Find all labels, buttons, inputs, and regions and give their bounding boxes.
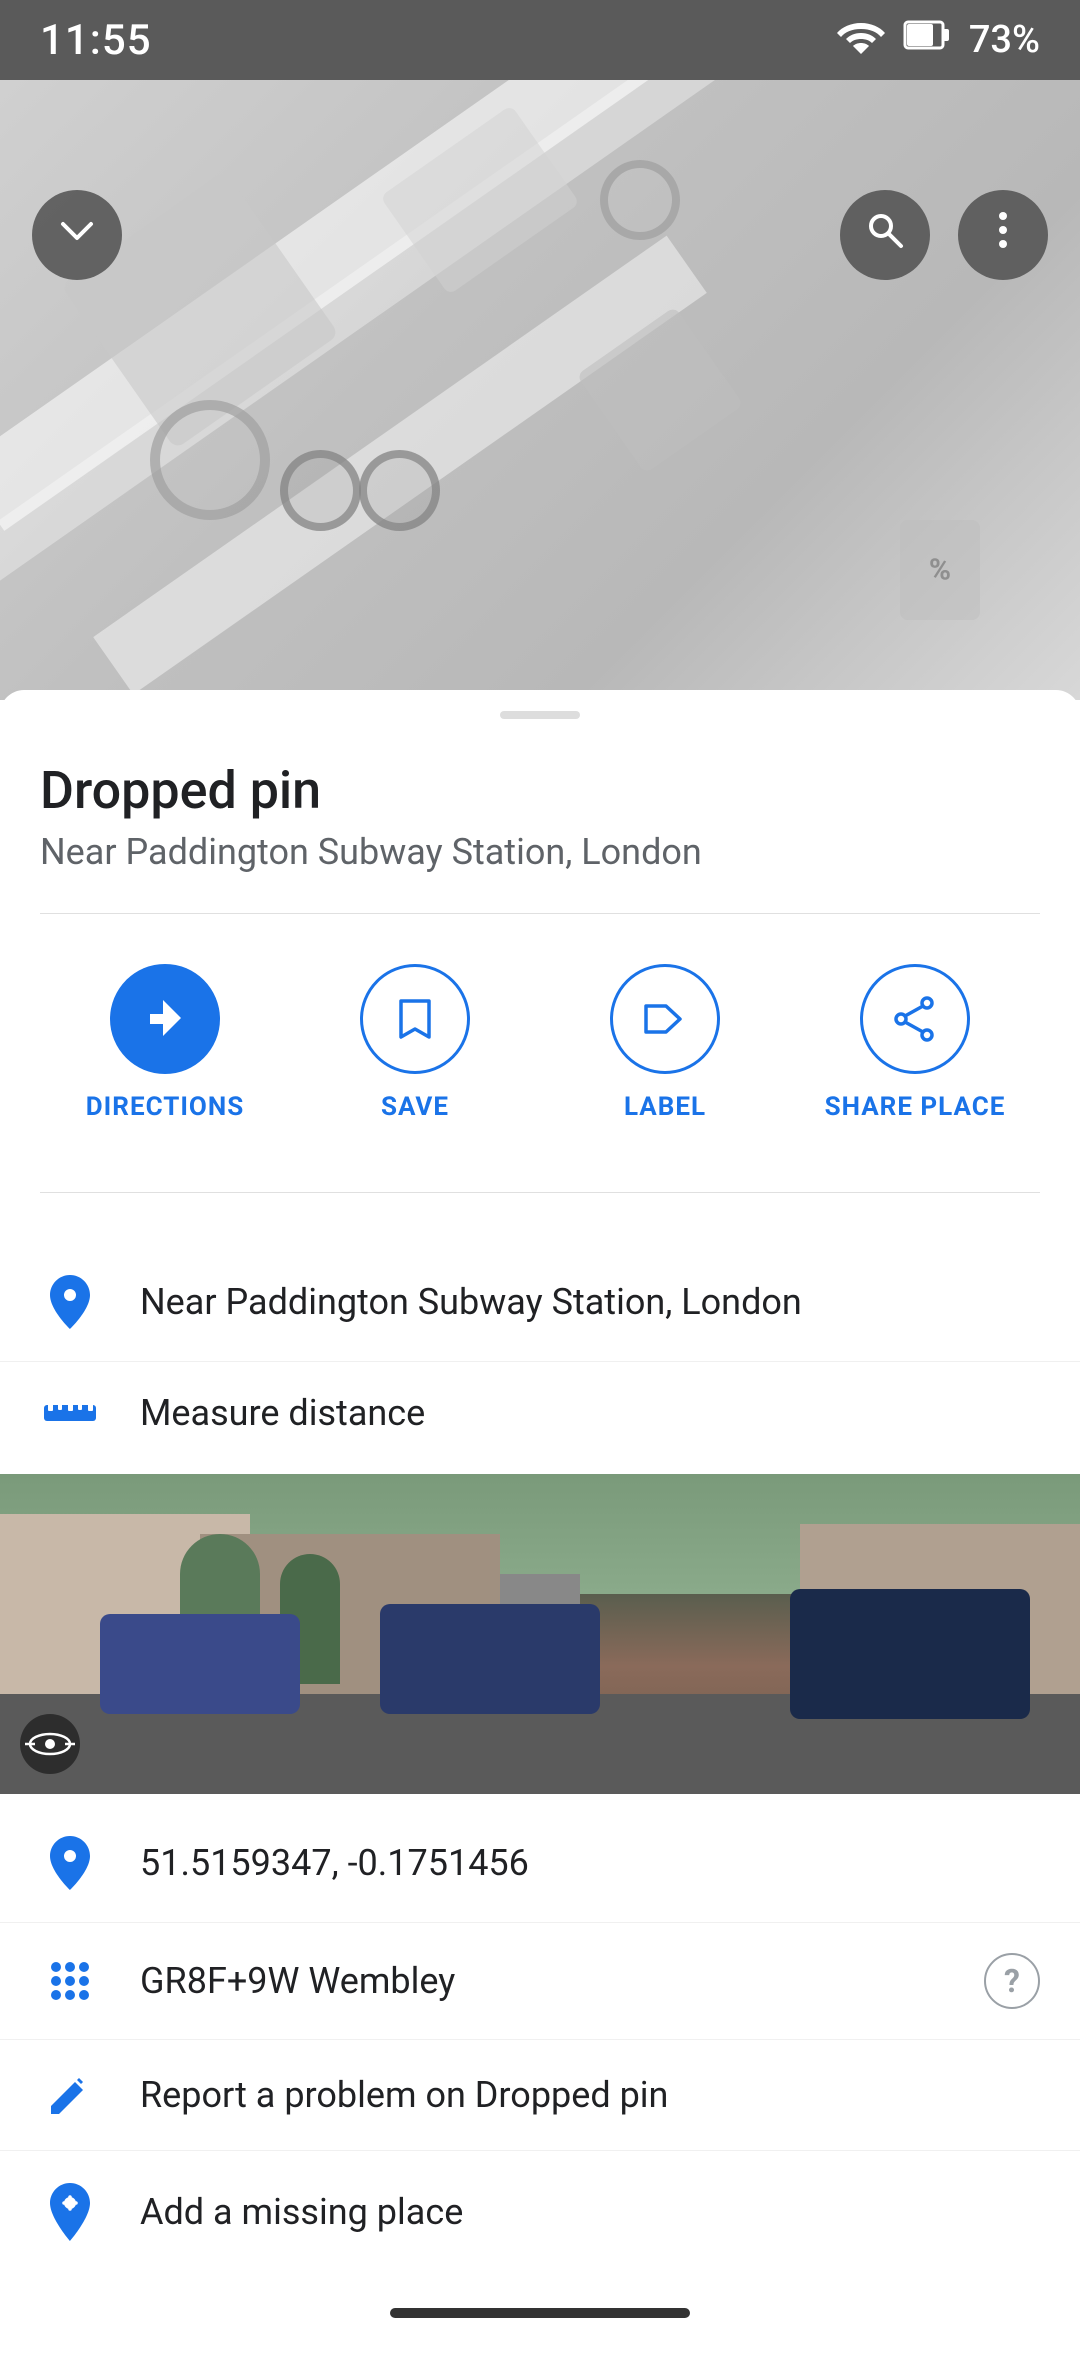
label-button[interactable]: LABEL [565,964,765,1122]
save-label: SAVE [381,1092,449,1122]
status-bar: 11:55 73% [0,0,1080,80]
share-place-button[interactable]: SHARE PLACE [815,964,1015,1122]
coordinates-icon [40,1834,100,1892]
divider-1 [40,913,1040,914]
measure-row[interactable]: Measure distance [0,1362,1080,1464]
edit-icon [40,2070,100,2120]
panorama-icon [20,1714,80,1774]
location-row[interactable]: Near Paddington Subway Station, London [0,1243,1080,1362]
help-icon: ? [1004,1962,1020,2000]
search-icon [863,208,907,262]
place-subtitle: Near Paddington Subway Station, London [40,831,1040,873]
add-missing-place-text: Add a missing place [140,2191,1040,2233]
plus-code-row[interactable]: GR8F+9W Wembley ? [0,1923,1080,2040]
street-view-overlay [20,1714,80,1774]
directions-label: DIRECTIONS [86,1092,244,1122]
share-circle [860,964,970,1074]
divider-2 [40,1192,1040,1193]
report-problem-row[interactable]: Report a problem on Dropped pin [0,2040,1080,2151]
label-label: LABEL [624,1092,706,1122]
add-missing-place-row[interactable]: Add a missing place [0,2151,1080,2273]
save-circle [360,964,470,1074]
help-button[interactable]: ? [984,1953,1040,2009]
status-icons: 73% [837,15,1040,65]
map-view[interactable] [0,80,1080,700]
location-text: Near Paddington Subway Station, London [140,1281,1040,1323]
directions-circle [110,964,220,1074]
plus-code-text: GR8F+9W Wembley [140,1960,944,2002]
drag-handle-bar [500,711,580,719]
wifi-icon [837,15,885,65]
action-buttons: DIRECTIONS SAVE LABEL [40,954,1040,1152]
bottom-nav [0,2283,1080,2363]
search-button[interactable] [840,190,930,280]
more-dots-icon [997,208,1009,262]
battery-icon [903,16,951,64]
measure-text: Measure distance [140,1392,1040,1434]
label-circle [610,964,720,1074]
street-view[interactable] [0,1474,1080,1794]
chevron-down-icon [55,208,99,262]
status-time: 11:55 [40,16,152,65]
place-title: Dropped pin [40,760,1040,821]
measure-icon [40,1393,100,1433]
report-text: Report a problem on Dropped pin [140,2074,1040,2116]
coordinates-row[interactable]: 51.5159347, -0.1751456 [0,1804,1080,1923]
grid-icon [40,1955,100,2007]
detail-section: 51.5159347, -0.1751456 GR8F+9W Wembley ? [0,1804,1080,2283]
save-button[interactable]: SAVE [315,964,515,1122]
coordinates-text: 51.5159347, -0.1751456 [140,1842,1040,1884]
collapse-button[interactable] [32,190,122,280]
location-icon [40,1273,100,1331]
location-plus-icon [40,2181,100,2243]
directions-button[interactable]: DIRECTIONS [65,964,265,1122]
battery-percentage: 73% [969,18,1040,62]
home-indicator [390,2308,690,2318]
more-options-button[interactable] [958,190,1048,280]
info-section: Near Paddington Subway Station, London M… [0,1243,1080,1474]
info-panel: Dropped pin Near Paddington Subway Stati… [0,740,1080,1193]
share-place-label: SHARE PLACE [825,1092,1006,1122]
drag-handle[interactable] [0,690,1080,740]
